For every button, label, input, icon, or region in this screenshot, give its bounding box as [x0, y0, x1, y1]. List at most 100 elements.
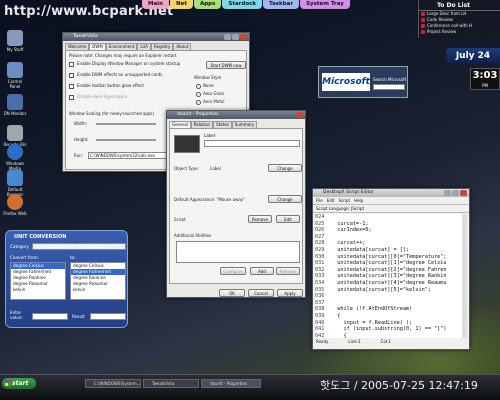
minimize-button[interactable] — [224, 34, 231, 40]
task-cmd[interactable]: C:\WINDOWS\System... — [85, 379, 141, 388]
check-label: Disable Aero Hyperspace — [77, 94, 128, 99]
line-number: 033 — [315, 273, 325, 280]
cancel-button[interactable]: Cancel — [248, 289, 274, 297]
top-tab-taskbar[interactable]: Taskbar — [263, 0, 300, 9]
code-text: unitedata[curcat][1]="degree Celsiu — [331, 260, 447, 267]
radio[interactable] — [196, 99, 201, 105]
desktop-icon-default-browser[interactable]: Default Browser — [3, 170, 27, 197]
menu-file[interactable]: File — [316, 198, 323, 203]
top-tab-main[interactable]: Main — [142, 0, 169, 9]
maximize-button[interactable] — [232, 34, 239, 40]
abilities-list[interactable] — [176, 241, 300, 263]
top-tab-apps[interactable]: Apps — [193, 0, 222, 9]
clock-widget: 3:03 PM — [470, 68, 500, 90]
tab-general[interactable]: General — [169, 121, 191, 128]
top-tab-system-tray[interactable]: System Tray — [300, 0, 350, 9]
status-ready: Ready — [316, 339, 329, 344]
radio[interactable] — [196, 91, 201, 97]
close-button[interactable] — [296, 112, 303, 118]
radio-style-aero-metal[interactable]: Aero Metal — [196, 99, 224, 105]
add-ability-button[interactable]: Add — [250, 267, 274, 275]
desktop-icon-my-stuff[interactable]: My Stuff — [3, 30, 27, 52]
check-dwm-unsupported[interactable]: Enable DWM effects on unsupported cards — [69, 72, 162, 78]
ok-button[interactable]: OK — [219, 289, 245, 297]
menu-help[interactable]: Help — [354, 198, 363, 203]
category-select[interactable]: Temperature, Length, Speed, Volume — [32, 243, 126, 250]
tab-lua[interactable]: LUA — [137, 43, 152, 50]
menu-edit[interactable]: Edit — [327, 198, 335, 203]
code-text: unitedata[curcat][0]="Temperature"; — [331, 253, 447, 260]
edit-script-button[interactable]: Edit — [276, 215, 300, 223]
list-item[interactable]: kelvin — [71, 287, 125, 293]
radio-style-none[interactable]: None — [196, 83, 213, 89]
checkbox[interactable] — [69, 61, 74, 67]
todo-item[interactable]: Project Review — [419, 29, 500, 35]
todo-title: To Do List — [437, 2, 471, 9]
desktop-icon-control-panel[interactable]: Control Panel — [3, 62, 27, 89]
code-text: unitedata[curcat] = []; — [331, 246, 410, 253]
to-label: to: — [70, 255, 76, 260]
checkbox[interactable] — [69, 83, 74, 89]
search-label: Search Microsoft — [373, 77, 407, 82]
tab-states[interactable]: States — [213, 121, 232, 128]
recycle-bin-icon — [7, 125, 23, 141]
start-dwm-button[interactable]: Start DWM now — [206, 61, 246, 69]
change-object-type-button[interactable]: Change — [268, 164, 302, 172]
check-dwm-startup[interactable]: Enable Display Window Manager on system … — [69, 61, 180, 67]
tab-dwm[interactable]: DWM — [89, 43, 106, 50]
checkbox[interactable] — [69, 94, 74, 100]
line-number: 030 — [315, 253, 325, 260]
close-button[interactable] — [240, 34, 247, 40]
tweakvista-titlebar[interactable]: TweakVista — [63, 33, 249, 41]
run-input[interactable]: C:\WINDOWS\system32\calc.exe — [88, 152, 168, 159]
maximize-button[interactable] — [452, 190, 459, 196]
script-editor-titlebar[interactable]: DesktopX Script Editor — [313, 189, 469, 197]
convert-from-list[interactable]: degree Celsius degree Fahrenheit degree Ra… — [10, 262, 66, 300]
editor-scrollbar[interactable] — [462, 214, 467, 338]
apply-button[interactable]: Apply — [277, 289, 303, 297]
todo-list: Large Desc from LH Code Review Conferenc… — [419, 10, 500, 35]
search-input[interactable] — [373, 84, 405, 90]
list-item[interactable]: kelvin — [11, 287, 65, 293]
enter-value-input[interactable]: 1 — [32, 313, 68, 320]
properties-titlebar[interactable]: dxunit - Properties — [167, 111, 305, 119]
task-properties[interactable]: dxunit - Properties — [201, 379, 261, 388]
check-toolbar-glow[interactable]: Enable toolbar button glow effect — [69, 83, 144, 89]
remove-ability-button[interactable]: Remove — [276, 267, 300, 275]
tab-environment[interactable]: Environment — [105, 43, 138, 50]
code-editor[interactable]: 024 025 curcat=-1; 026 curIndex=0; 027 028 c… — [315, 214, 467, 338]
checkbox[interactable] — [69, 72, 74, 78]
status-col: Col:1 — [380, 339, 391, 344]
menu-script[interactable]: Script — [338, 198, 350, 203]
tab-registry[interactable]: Registry — [151, 43, 174, 50]
minimize-button[interactable] — [444, 190, 451, 196]
task-tweakvista[interactable]: TweakVista — [143, 379, 199, 388]
tab-about[interactable]: About — [173, 43, 192, 50]
tab-welcome[interactable]: Welcome — [65, 43, 90, 50]
height-slider[interactable] — [96, 139, 156, 141]
check-aero-hyperspace[interactable]: Disable Aero Hyperspace — [69, 94, 127, 100]
tab-relation[interactable]: Relation — [190, 121, 214, 128]
code-text: input = f.ReadLine( ); — [331, 319, 413, 326]
convert-to-list[interactable]: degree Celsius degree Fahrenheit degree Ra… — [70, 262, 126, 300]
remove-script-button[interactable]: Remove — [248, 215, 272, 223]
top-tab-net[interactable]: Net — [170, 0, 193, 9]
tab-summary[interactable]: Summary — [231, 121, 258, 128]
microsoft-search-widget: Microsoft Search Microsoft — [318, 66, 408, 98]
desktop-icon-firefox[interactable]: Firefox Web — [3, 194, 27, 216]
label-input[interactable] — [204, 140, 300, 147]
line-number: 029 — [315, 246, 325, 253]
desktop-icon-dn-monitor[interactable]: DN Monitor — [3, 94, 27, 116]
radio-style-aero-glass[interactable]: Aero Glass — [196, 91, 224, 97]
code-line: 025 curcat=-1; — [315, 221, 467, 228]
restart-note: Please note: Changes may require an Expl… — [69, 53, 177, 58]
close-button[interactable] — [460, 190, 467, 196]
change-appearance-button[interactable]: Change — [268, 195, 302, 203]
top-tab-stardock[interactable]: Stardock — [222, 0, 263, 9]
desktop-icon-windows-media[interactable]: Windows Media — [3, 144, 27, 171]
radio[interactable] — [196, 83, 201, 89]
width-slider[interactable] — [96, 123, 156, 125]
line-number: 042 — [315, 332, 325, 338]
object-type-label: Object Type: — [174, 166, 199, 171]
configure-button[interactable]: Configure — [220, 267, 246, 275]
